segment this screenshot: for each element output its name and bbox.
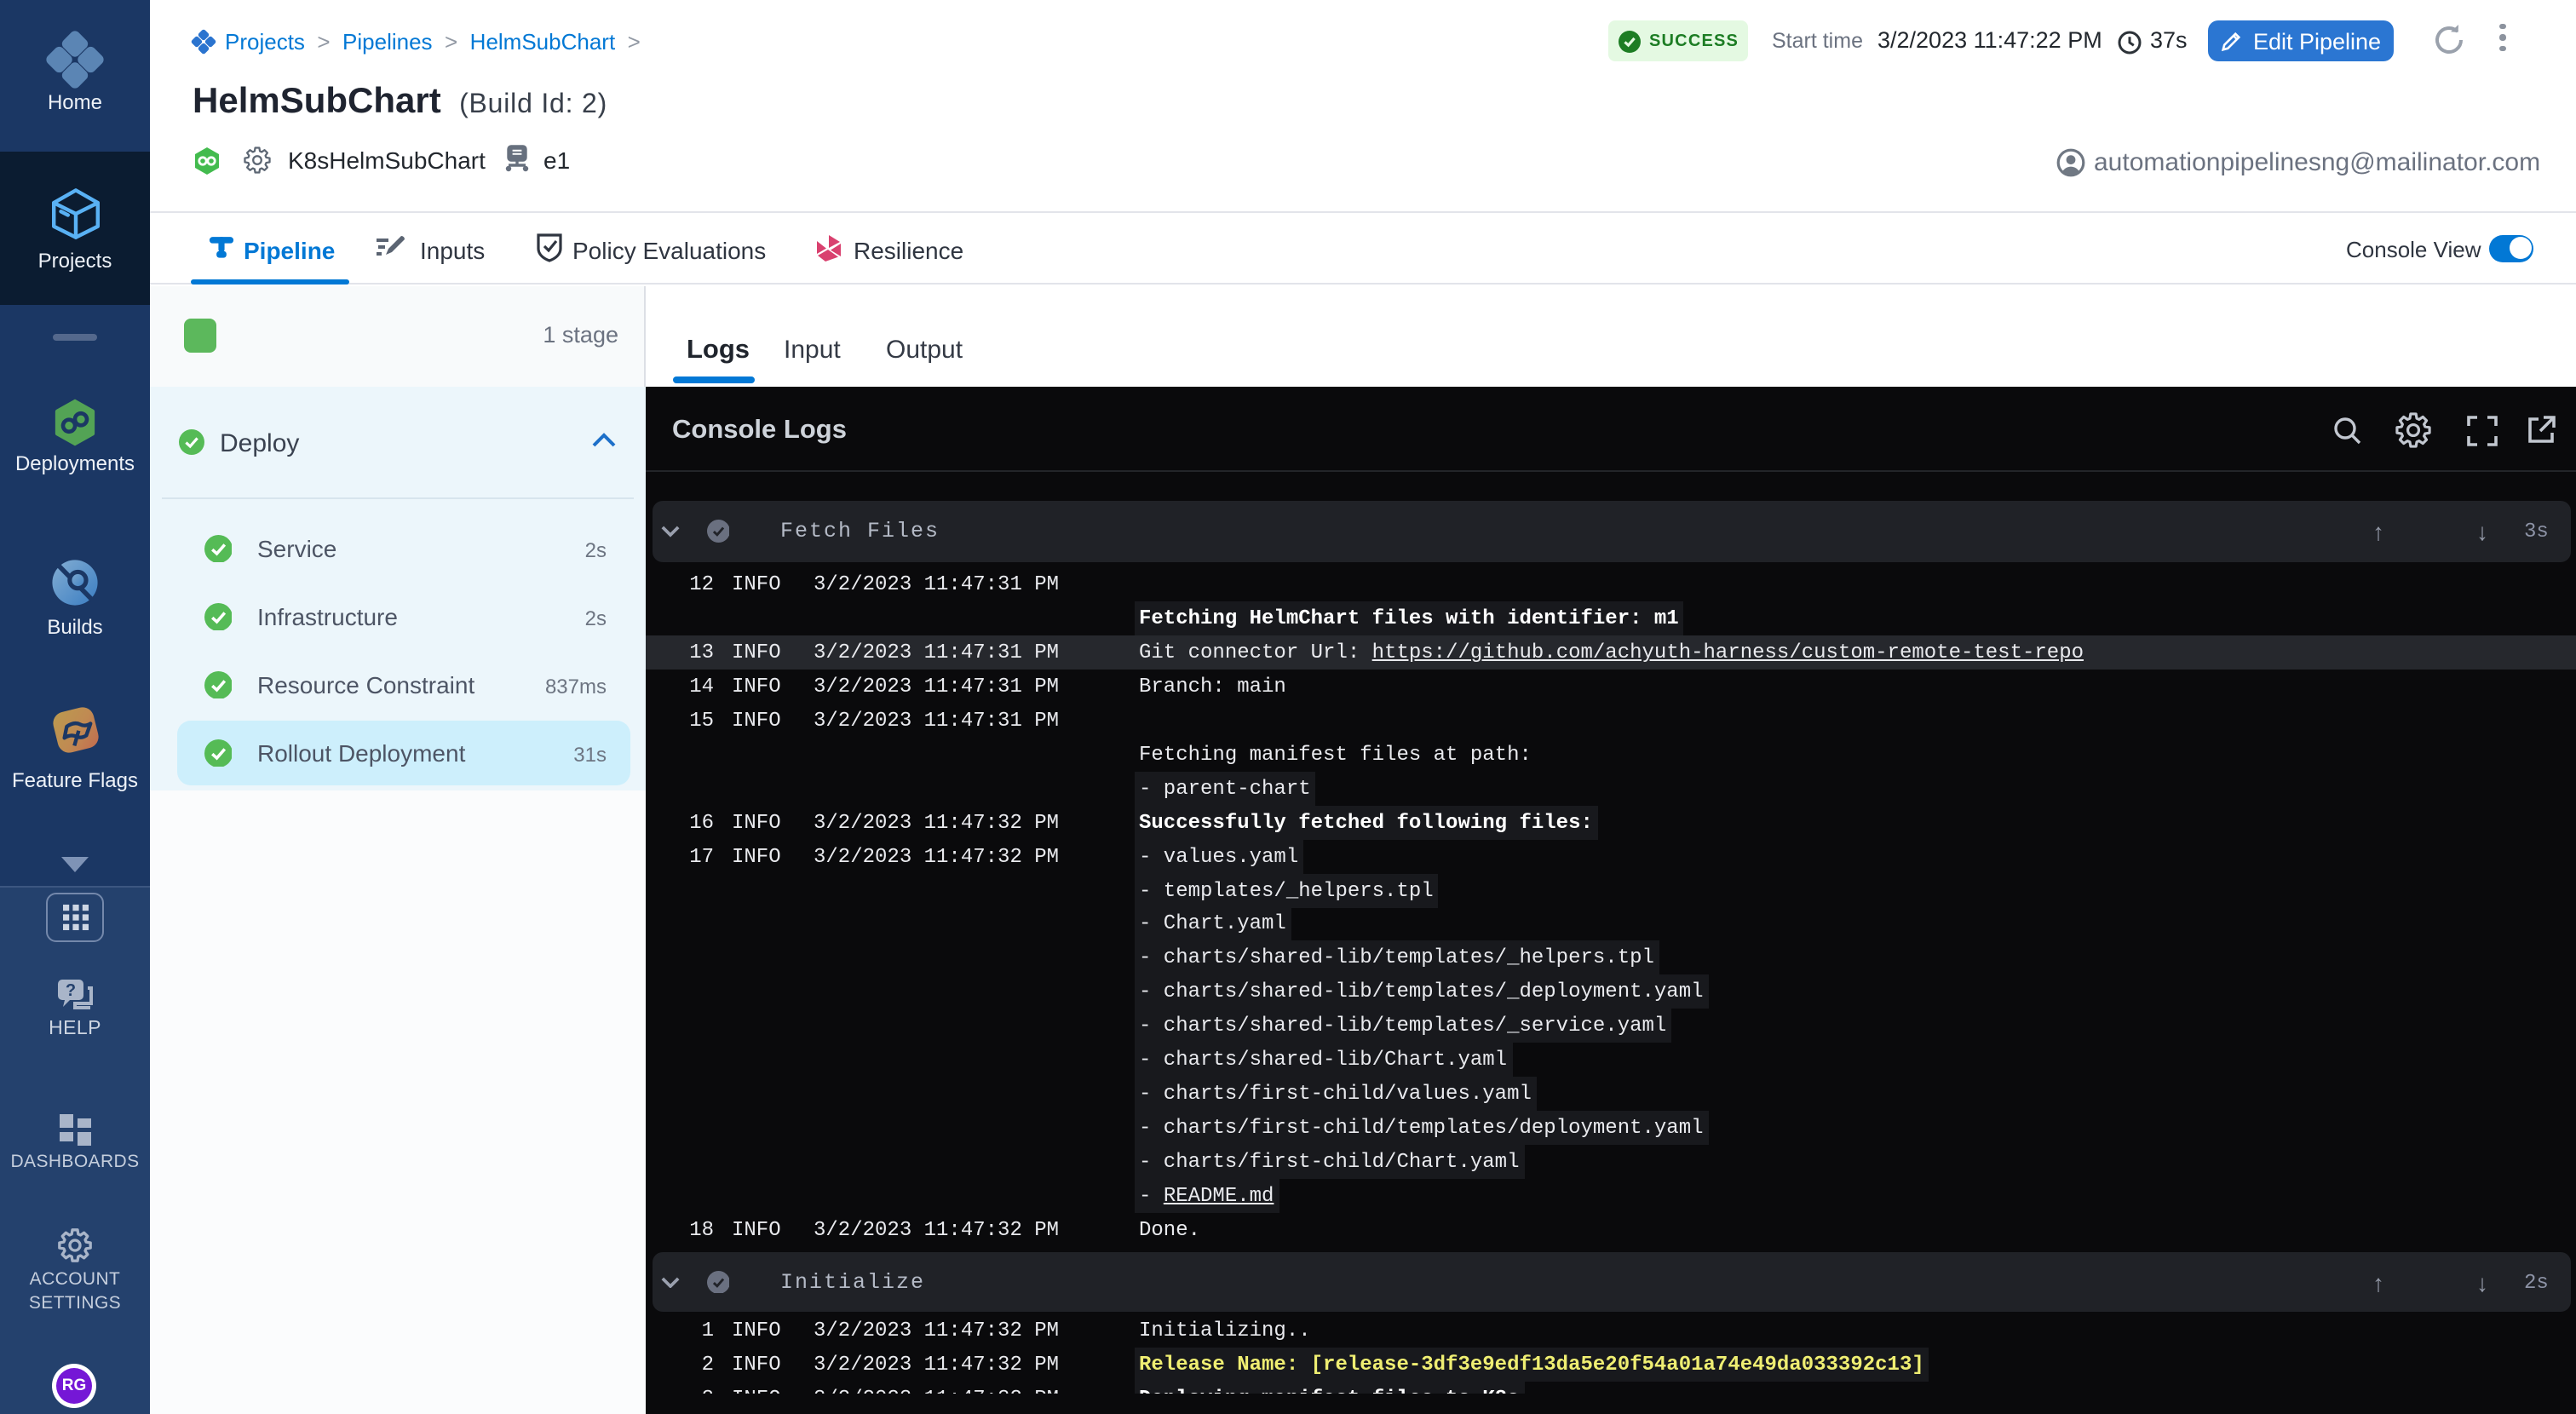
svg-text:?: ? [66, 981, 76, 1000]
